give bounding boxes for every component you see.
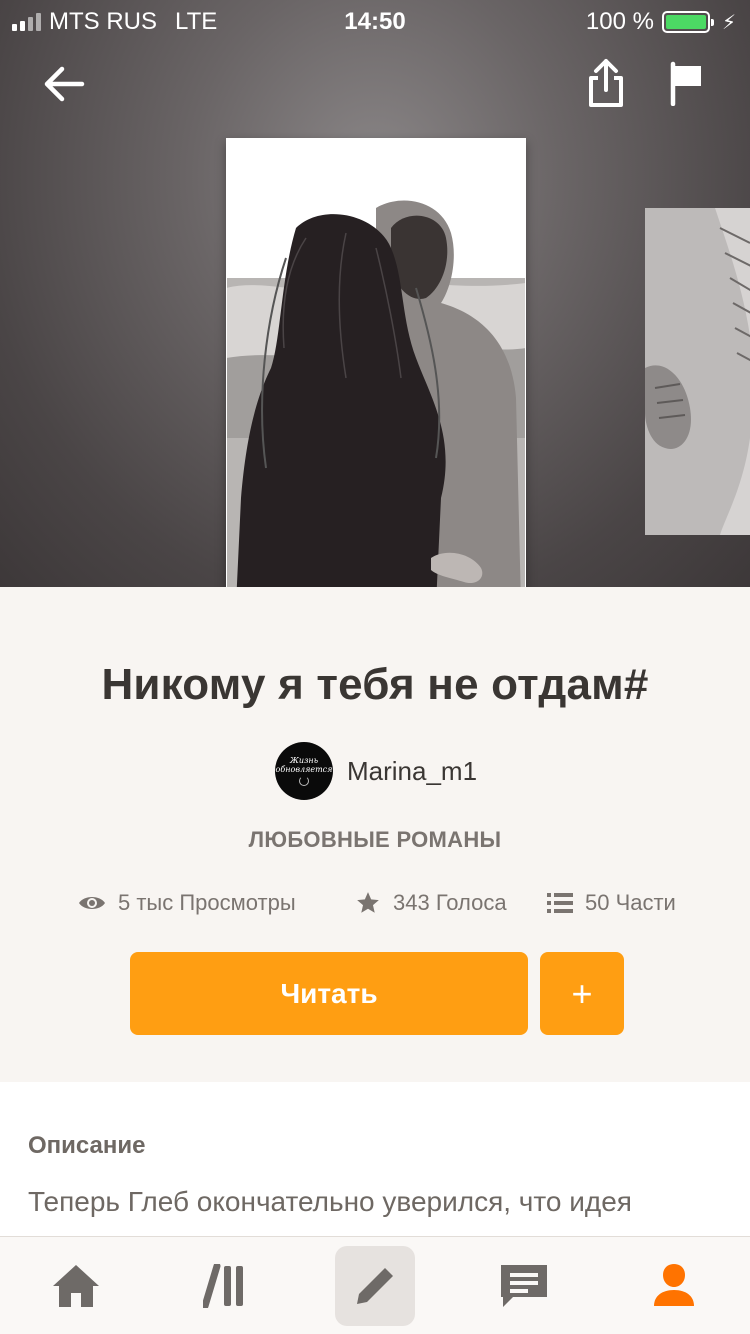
author-avatar[interactable]: Жизнь обновляется: [275, 742, 333, 800]
story-genre[interactable]: ЛЮБОВНЫЕ РОМАНЫ: [0, 827, 750, 853]
add-to-library-button[interactable]: +: [540, 952, 624, 1035]
status-right: 100 % ⚡: [586, 8, 736, 36]
description-text[interactable]: Теперь Глеб окончательно уверился, что и…: [28, 1182, 728, 1222]
pencil-icon: [357, 1265, 396, 1304]
back-button[interactable]: [40, 60, 88, 108]
avatar-text-line2: обновляется: [275, 765, 333, 774]
list-icon: [547, 893, 573, 913]
tab-home[interactable]: [36, 1237, 116, 1334]
avatar-text-line1: Жизнь: [289, 756, 319, 765]
star-icon: [357, 892, 379, 913]
tab-write[interactable]: [335, 1237, 415, 1334]
tab-messages[interactable]: [484, 1237, 564, 1334]
share-button[interactable]: [583, 56, 629, 110]
status-bar: MTS RUS LTE 14:50 100 % ⚡: [0, 0, 750, 40]
author-link[interactable]: Жизнь обновляется Marina_m1: [275, 742, 477, 800]
read-button[interactable]: Читать: [130, 952, 528, 1035]
share-icon: [589, 59, 623, 107]
arrow-left-icon: [44, 66, 85, 102]
home-icon: [53, 1265, 99, 1307]
stat-views: 5 тыс Просмотры: [78, 890, 296, 916]
stat-votes-label: 343 Голоса: [393, 890, 507, 915]
battery-icon: [661, 11, 714, 33]
story-cover[interactable]: [226, 138, 526, 587]
stat-votes: 343 Голоса: [355, 890, 507, 916]
battery-percent: 100 %: [585, 8, 654, 35]
story-stats: 5 тыс Просмотры 343 Голоса 50 Части: [0, 886, 750, 922]
stat-parts: 50 Части: [547, 890, 676, 916]
tab-write-active-bg: [335, 1246, 415, 1326]
cover-image: [226, 138, 526, 587]
author-name[interactable]: Marina_m1: [347, 756, 477, 787]
chat-icon: [501, 1265, 547, 1307]
tab-library[interactable]: [186, 1237, 266, 1334]
profile-icon: [654, 1264, 694, 1306]
description-heading: Описание: [28, 1132, 146, 1159]
charging-icon: ⚡: [721, 11, 736, 34]
next-story-cover[interactable]: [645, 208, 750, 535]
flag-icon: [670, 61, 701, 107]
loading-ring-icon: [299, 776, 309, 786]
stat-views-label: 5 тыс Просмотры: [118, 890, 296, 915]
story-hero: MTS RUS LTE 14:50 100 % ⚡: [0, 0, 750, 587]
library-icon: [203, 1264, 243, 1308]
eye-icon: [79, 897, 105, 909]
stat-parts-label: 50 Части: [585, 890, 676, 915]
tab-bar: [0, 1236, 750, 1334]
tab-profile[interactable]: [634, 1237, 714, 1334]
story-title: Никому я тебя не отдам#: [101, 660, 649, 709]
report-button[interactable]: [667, 60, 707, 107]
